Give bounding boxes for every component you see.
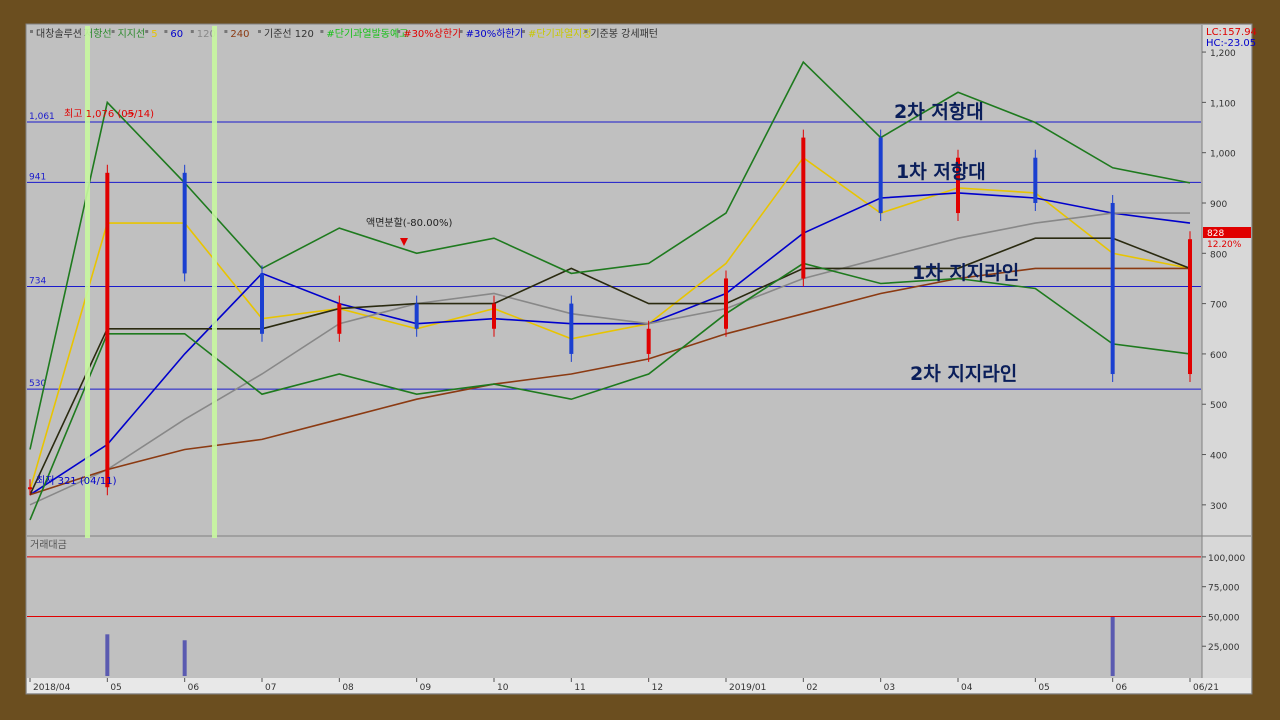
date-axis	[27, 678, 1251, 693]
candle-body	[260, 273, 264, 334]
legend-item[interactable]: 지지선	[118, 28, 146, 40]
candle-body	[337, 303, 342, 334]
legend-item[interactable]: 대창솔루션	[36, 28, 82, 40]
high-marker: 최고 1,076 (05/14)	[64, 108, 154, 120]
lc-readout: LC:157.94	[1206, 27, 1257, 38]
legend-item[interactable]: 기준선 120	[264, 28, 314, 40]
candle-body	[569, 303, 574, 354]
price-tick-label: 800	[1210, 250, 1227, 260]
resistance-1-label: 1차 저항대	[896, 161, 986, 183]
candle-body	[646, 328, 651, 354]
high-marker-arrow: →	[126, 109, 134, 120]
date-tick-label: 11	[574, 683, 585, 693]
legend-item[interactable]: #단기과열지정	[528, 28, 592, 40]
date-tick-label: 12	[652, 683, 663, 693]
price-tag-value: 828	[1207, 229, 1224, 239]
volume-plot-area[interactable]	[27, 538, 1201, 678]
legend-item[interactable]: #30%상한가	[403, 28, 461, 40]
candle-body	[105, 172, 110, 488]
date-tick-label: 2018/04	[33, 683, 71, 693]
candle-body	[1033, 157, 1038, 203]
price-tick-label: 400	[1210, 452, 1227, 462]
price-tick-label: 900	[1210, 200, 1227, 210]
candle-body	[801, 137, 806, 279]
support-1-label: 1차 지지라인	[912, 262, 1019, 284]
date-tick-label: 04	[961, 683, 973, 693]
candle-body	[1188, 239, 1192, 375]
date-tick-label: 06/21	[1193, 683, 1219, 693]
candle-body	[182, 172, 187, 274]
volume-bar	[1110, 616, 1115, 676]
legend-item[interactable]: 기준봉 강세패턴	[590, 28, 658, 40]
date-tick-label: 09	[420, 683, 432, 693]
resistance-2-label: 2차 저항대	[894, 101, 984, 123]
price-tick-label: 700	[1210, 301, 1227, 311]
candle-body	[724, 278, 728, 329]
price-tick-label: 300	[1210, 502, 1227, 512]
legend: 대창솔루션 저항선 지지선 5 60 120 240 기준선 120 #단기과열발동예고#30%…	[30, 27, 658, 40]
price-tick-label: 1,200	[1210, 49, 1236, 59]
price-tick-label: 1,000	[1210, 150, 1236, 160]
level-label: 734	[29, 277, 46, 287]
volume-panel-label: 거래대금	[30, 539, 67, 551]
legend-item[interactable]: 240	[230, 29, 249, 40]
volume-tick-label: 75,000	[1208, 584, 1240, 594]
date-tick-label: 07	[265, 683, 276, 693]
price-tick-label: 600	[1210, 351, 1227, 361]
date-tick-label: 03	[884, 683, 895, 693]
date-tick-label: 05	[1038, 683, 1049, 693]
legend-item[interactable]: #30%하한가	[466, 27, 524, 40]
chart-window: 대창솔루션 저항선 지지선 5 60 120 240 기준선 120 #단기과열발동예고#30%…	[25, 23, 1257, 695]
date-tick-label: 10	[497, 683, 509, 693]
date-tick-label: 06	[1116, 683, 1128, 693]
legend-item[interactable]: 5	[151, 29, 157, 40]
date-tick-label: 02	[806, 683, 817, 693]
level-label: 1,061	[29, 112, 55, 122]
legend-item[interactable]: 60	[170, 29, 183, 40]
date-tick-label: 06	[188, 683, 200, 693]
date-tick-label: 05	[110, 683, 121, 693]
price-tick-label: 1,100	[1210, 99, 1236, 109]
date-tick-label: 2019/01	[729, 683, 766, 693]
split-marker: 액면분할(-80.00%)	[366, 217, 452, 229]
volume-bar	[105, 634, 110, 676]
volume-bar	[182, 640, 187, 676]
candle-body	[414, 303, 419, 329]
support-2-label: 2차 지지라인	[910, 363, 1017, 385]
low-marker: 최저 321 (04/11)	[36, 475, 117, 487]
volume-tick-label: 25,000	[1208, 643, 1240, 653]
volume-tick-label: 100,000	[1208, 554, 1245, 564]
legend-item[interactable]: #단기과열발동예고	[326, 28, 408, 40]
level-label: 941	[29, 172, 46, 182]
candle-body	[492, 303, 496, 329]
price-tick-label: 500	[1210, 401, 1227, 411]
candle-body	[878, 137, 883, 214]
hc-readout: HC:-23.05	[1206, 38, 1256, 49]
candle-body	[28, 487, 32, 490]
price-tag-change: 12.20%	[1207, 240, 1242, 250]
candle-body	[1110, 202, 1115, 375]
volume-tick-label: 50,000	[1208, 613, 1240, 623]
date-tick-label: 08	[342, 683, 354, 693]
